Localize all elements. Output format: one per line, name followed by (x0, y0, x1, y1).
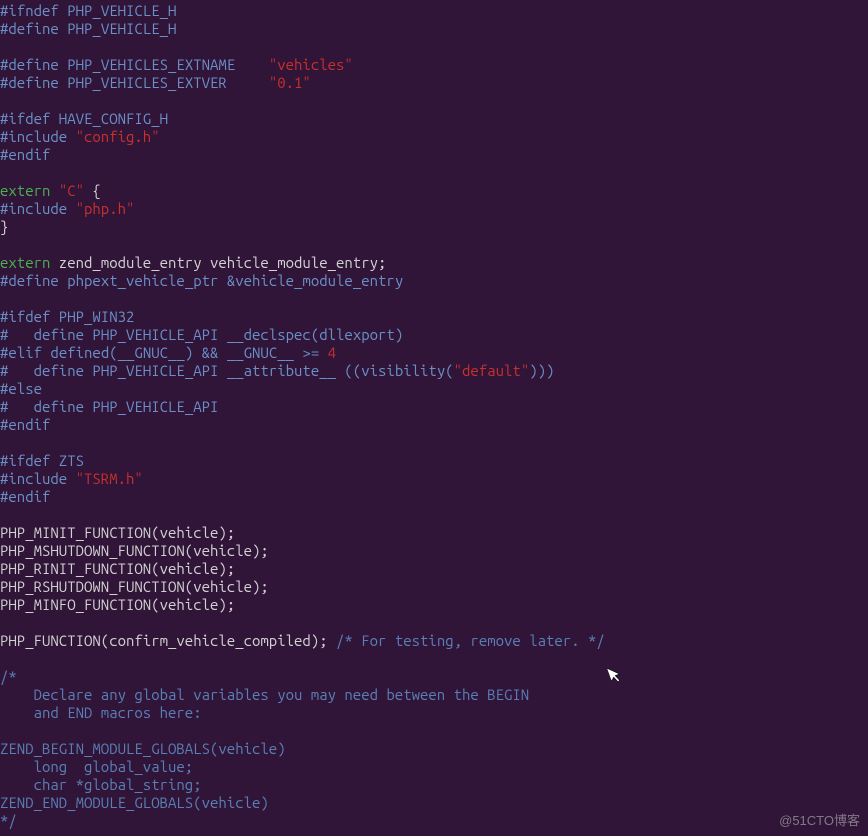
comment: */ (0, 812, 17, 829)
code-text: PHP_MINIT_FUNCTION(vehicle); (0, 524, 235, 541)
directive: #endif (0, 146, 50, 163)
directive: #define (0, 272, 59, 289)
code-text: ZTS (50, 452, 84, 469)
code-text: PHP_FUNCTION(confirm_vehicle_compiled); (0, 632, 336, 649)
string-literal: "C" (59, 182, 84, 199)
code-text: zend_module_entry vehicle_module_entry; (50, 254, 386, 271)
directive: #endif (0, 488, 50, 505)
code-text: PHP_VEHICLE_H (59, 2, 177, 19)
directive: # define (0, 362, 84, 379)
directive: #include (0, 200, 67, 217)
code-text: PHP_WIN32 (50, 308, 134, 325)
code-text (50, 182, 58, 199)
string-literal: "TSRM.h" (76, 470, 143, 487)
directive: # define (0, 398, 84, 415)
code-text: PHP_VEHICLE_H (59, 20, 177, 37)
comment: ZEND_END_MODULE_GLOBALS(vehicle) (0, 794, 269, 811)
code-text: HAVE_CONFIG_H (50, 110, 168, 127)
code-text: PHP_MINFO_FUNCTION(vehicle); (0, 596, 235, 613)
directive: # define (0, 326, 84, 343)
code-text: PHP_VEHICLES_EXTVER (59, 74, 269, 91)
number-literal: 4 (328, 344, 336, 361)
code-text: defined(__GNUC__) && __GNUC__ >= (42, 344, 328, 361)
string-literal: "config.h" (76, 128, 160, 145)
comment: and END macros here: (0, 704, 202, 721)
code-text: PHP_RINIT_FUNCTION(vehicle); (0, 560, 235, 577)
code-text: ))) (529, 362, 554, 379)
code-text: PHP_VEHICLES_EXTNAME (59, 56, 269, 73)
keyword: extern (0, 254, 50, 271)
code-text: phpext_vehicle_ptr &vehicle_module_entry (59, 272, 403, 289)
string-literal: "0.1" (269, 74, 311, 91)
code-editor[interactable]: #ifndef PHP_VEHICLE_H #define PHP_VEHICL… (0, 0, 868, 830)
comment: /* (0, 668, 17, 685)
string-literal: "default" (454, 362, 530, 379)
directive: #define (0, 20, 59, 37)
directive: #else (0, 380, 42, 397)
code-text: PHP_VEHICLE_API __attribute__ ((visibili… (84, 362, 454, 379)
comment: char *global_string; (0, 776, 202, 793)
code-text (67, 470, 75, 487)
code-text: PHP_VEHICLE_API __declspec(dllexport) (84, 326, 403, 343)
directive: #include (0, 470, 67, 487)
directive: #endif (0, 416, 50, 433)
code-text: PHP_MSHUTDOWN_FUNCTION(vehicle); (0, 542, 269, 559)
string-literal: "vehicles" (269, 56, 353, 73)
code-text: { (84, 182, 101, 199)
keyword: extern (0, 182, 50, 199)
directive: #ifndef (0, 2, 59, 19)
code-text (67, 200, 75, 217)
directive: #ifdef (0, 452, 50, 469)
directive: #ifdef (0, 110, 50, 127)
directive: #include (0, 128, 67, 145)
code-text: PHP_RSHUTDOWN_FUNCTION(vehicle); (0, 578, 269, 595)
directive: #elif (0, 344, 42, 361)
directive: #ifdef (0, 308, 50, 325)
string-literal: "php.h" (76, 200, 135, 217)
code-text (67, 128, 75, 145)
comment: long global_value; (0, 758, 193, 775)
code-text: PHP_VEHICLE_API (84, 398, 218, 415)
directive: #define (0, 74, 59, 91)
directive: #define (0, 56, 59, 73)
comment: Declare any global variables you may nee… (0, 686, 529, 703)
code-text: } (0, 218, 8, 235)
comment: /* For testing, remove later. */ (336, 632, 605, 649)
comment: ZEND_BEGIN_MODULE_GLOBALS(vehicle) (0, 740, 286, 757)
